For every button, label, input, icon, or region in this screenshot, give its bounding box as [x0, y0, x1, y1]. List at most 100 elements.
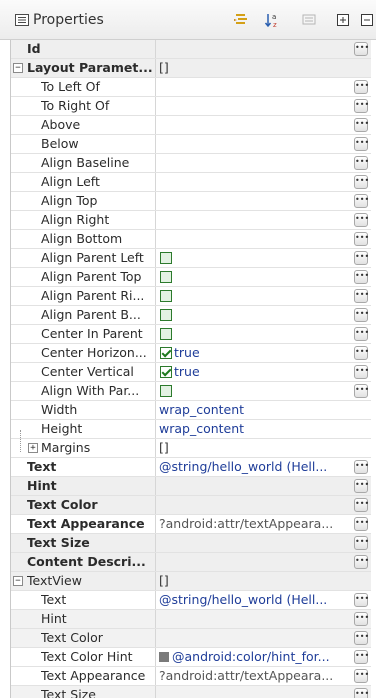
property-checkbox[interactable] [160, 290, 172, 302]
property-value[interactable] [159, 97, 349, 115]
property-value[interactable]: [] [159, 572, 349, 590]
property-row[interactable]: Text Size ••• [11, 686, 371, 698]
property-value[interactable]: [] [159, 59, 349, 77]
edit-value-button[interactable]: ••• [354, 99, 369, 113]
edit-value-button[interactable]: ••• [354, 631, 369, 645]
edit-value-button[interactable]: ••• [354, 251, 369, 265]
property-value[interactable] [159, 534, 349, 552]
edit-value-button[interactable]: ••• [354, 137, 369, 151]
edit-value-button[interactable]: ••• [354, 289, 369, 303]
property-checkbox[interactable] [160, 385, 172, 397]
edit-value-button[interactable]: ••• [354, 346, 369, 360]
property-row[interactable]: − Layout Paramet... [] [11, 59, 371, 78]
edit-value-button[interactable]: ••• [354, 650, 369, 664]
property-value[interactable]: @string/hello_world (Hell... [159, 591, 349, 609]
property-value[interactable]: @string/hello_world (Hell... [159, 458, 349, 476]
edit-value-button[interactable]: ••• [354, 593, 369, 607]
edit-value-button[interactable]: ••• [354, 118, 369, 132]
collapse-all-icon[interactable] [358, 11, 376, 29]
property-row[interactable]: Below ••• [11, 135, 371, 154]
property-value[interactable] [159, 610, 349, 628]
property-value[interactable]: [] [159, 439, 349, 457]
property-value[interactable] [159, 192, 349, 210]
property-row[interactable]: To Right Of ••• [11, 97, 371, 116]
show-categories-icon[interactable] [232, 11, 250, 29]
edit-value-button[interactable]: ••• [354, 669, 369, 683]
expand-icon[interactable]: + [28, 443, 38, 453]
edit-value-button[interactable]: ••• [354, 536, 369, 550]
property-checkbox[interactable] [160, 347, 172, 359]
edit-value-button[interactable]: ••• [354, 194, 369, 208]
edit-value-button[interactable]: ••• [354, 384, 369, 398]
expand-all-icon[interactable] [334, 11, 352, 29]
property-value[interactable] [159, 40, 349, 58]
sort-alphabetically-icon[interactable]: a z [264, 11, 282, 29]
property-checkbox[interactable] [160, 309, 172, 321]
edit-value-button[interactable]: ••• [354, 213, 369, 227]
property-value[interactable] [159, 116, 349, 134]
property-value[interactable] [159, 211, 349, 229]
property-row[interactable]: Above ••• [11, 116, 371, 135]
edit-value-button[interactable]: ••• [354, 156, 369, 170]
property-row[interactable]: Text Color Hint @android:color/hint_for..… [11, 648, 371, 667]
property-value[interactable] [159, 686, 349, 698]
property-row[interactable]: To Left Of ••• [11, 78, 371, 97]
property-value[interactable] [159, 154, 349, 172]
property-value[interactable] [159, 553, 349, 571]
property-row[interactable]: Hint ••• [11, 610, 371, 629]
edit-value-button[interactable]: ••• [354, 555, 369, 569]
property-value[interactable]: wrap_content [159, 401, 349, 419]
edit-value-button[interactable]: ••• [354, 175, 369, 189]
property-row[interactable]: Text Appearance ?android:attr/textAppeara… [11, 515, 371, 534]
property-row[interactable]: Center In Parent ••• [11, 325, 371, 344]
property-checkbox[interactable] [160, 271, 172, 283]
property-row[interactable]: Text @string/hello_world (Hell... ••• [11, 591, 371, 610]
property-value[interactable] [159, 629, 349, 647]
property-value[interactable] [159, 230, 349, 248]
property-row[interactable]: Text Color ••• [11, 629, 371, 648]
property-value[interactable] [159, 135, 349, 153]
edit-value-button[interactable]: ••• [354, 270, 369, 284]
property-row[interactable]: + Margins [] [11, 439, 371, 458]
edit-value-button[interactable]: ••• [354, 42, 369, 56]
edit-value-button[interactable]: ••• [354, 460, 369, 474]
property-row[interactable]: Align Right ••• [11, 211, 371, 230]
property-row[interactable]: Height wrap_content [11, 420, 371, 439]
property-row[interactable]: Align Top ••• [11, 192, 371, 211]
edit-value-button[interactable]: ••• [354, 80, 369, 94]
property-value[interactable] [159, 173, 349, 191]
collapse-icon[interactable]: − [13, 63, 23, 73]
property-checkbox[interactable] [160, 252, 172, 264]
property-value[interactable] [159, 477, 349, 495]
property-row[interactable]: Text @string/hello_world (Hell... ••• [11, 458, 371, 477]
property-row[interactable]: Text Size ••• [11, 534, 371, 553]
property-value[interactable]: ?android:attr/textAppeara... [159, 667, 349, 685]
show-advanced-icon[interactable] [300, 11, 318, 29]
property-row[interactable]: Text Appearance ?android:attr/textAppeara… [11, 667, 371, 686]
property-row[interactable]: Align Baseline ••• [11, 154, 371, 173]
collapse-icon[interactable]: − [13, 576, 23, 586]
property-row[interactable]: Align Bottom ••• [11, 230, 371, 249]
property-row[interactable]: Center Vertical true ••• [11, 363, 371, 382]
property-value[interactable]: ?android:attr/textAppeara... [159, 515, 349, 533]
property-row[interactable]: Hint ••• [11, 477, 371, 496]
edit-value-button[interactable]: ••• [354, 688, 369, 698]
property-row[interactable]: Text Color ••• [11, 496, 371, 515]
property-row[interactable]: Id ••• [11, 40, 371, 59]
property-row[interactable]: Align Parent Left ••• [11, 249, 371, 268]
edit-value-button[interactable]: ••• [354, 365, 369, 379]
edit-value-button[interactable]: ••• [354, 479, 369, 493]
property-row[interactable]: Center Horizon... true ••• [11, 344, 371, 363]
edit-value-button[interactable]: ••• [354, 232, 369, 246]
edit-value-button[interactable]: ••• [354, 517, 369, 531]
property-checkbox[interactable] [160, 328, 172, 340]
property-row[interactable]: Align Parent Ri... ••• [11, 287, 371, 306]
edit-value-button[interactable]: ••• [354, 308, 369, 322]
property-row[interactable]: Align Parent Top ••• [11, 268, 371, 287]
property-row[interactable]: Content Descri... ••• [11, 553, 371, 572]
property-row[interactable]: Align Left ••• [11, 173, 371, 192]
property-value[interactable] [159, 496, 349, 514]
property-value[interactable]: @android:color/hint_for... [159, 648, 349, 666]
property-value[interactable] [159, 78, 349, 96]
property-row[interactable]: Width wrap_content [11, 401, 371, 420]
